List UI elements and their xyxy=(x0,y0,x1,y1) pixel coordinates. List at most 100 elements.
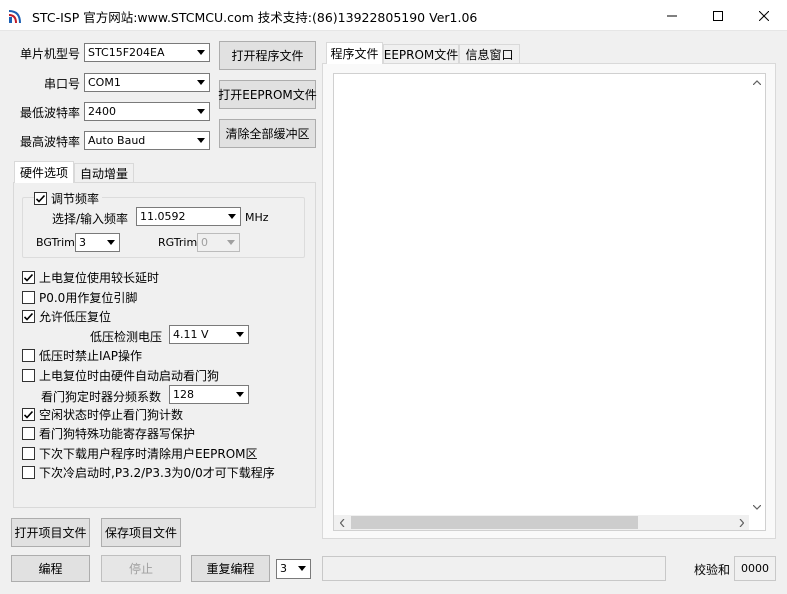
chevron-down-icon xyxy=(193,132,209,149)
checkbox-box xyxy=(22,369,35,382)
max-baud-label: 最高波特率 xyxy=(20,135,81,149)
maximize-icon xyxy=(713,10,723,21)
low-volt-select[interactable]: 4.11 V xyxy=(169,325,249,344)
chip-select[interactable]: STC15F204EA xyxy=(84,43,210,62)
option-p32-p33-download[interactable]: 下次冷启动时,P3.2/P3.3为0/0才可下载程序 xyxy=(22,464,275,481)
checkbox-box xyxy=(22,408,35,421)
stc-logo-icon xyxy=(8,10,21,24)
scroll-down-button[interactable] xyxy=(750,500,764,514)
rgtrim-label: RGTrim xyxy=(158,236,198,249)
chip-select-value: STC15F204EA xyxy=(88,46,165,59)
checkmark-icon xyxy=(36,194,45,203)
chevron-down-icon xyxy=(193,44,209,61)
min-baud-select-value: 2400 xyxy=(88,105,116,118)
checkbox-box xyxy=(22,349,35,362)
clear-buffer-button[interactable]: 清除全部缓冲区 xyxy=(219,119,316,148)
wdt-div-label: 看门狗定时器分频系数 xyxy=(41,390,162,404)
tab-hardware-options[interactable]: 硬件选项 xyxy=(14,161,74,183)
scroll-left-button[interactable] xyxy=(335,516,349,529)
port-label: 串口号 xyxy=(44,77,81,91)
tab-program-file[interactable]: 程序文件 xyxy=(326,42,383,64)
option-label: 下次下载用户程序时清除用户EEPROM区 xyxy=(39,447,258,461)
bgtrim-select[interactable]: 3 xyxy=(75,233,120,252)
window-title: STC-ISP 官方网站:www.STCMCU.com 技术支持:(86)139… xyxy=(32,10,478,25)
option-label: 看门狗特殊功能寄存器写保护 xyxy=(39,427,196,441)
freq-unit-label: MHz xyxy=(245,211,269,224)
rgtrim-select[interactable]: 0 xyxy=(197,233,240,252)
port-select[interactable]: COM1 xyxy=(84,73,210,92)
progress-bar xyxy=(322,556,666,581)
checkbox-box xyxy=(22,291,35,304)
chevron-down-icon xyxy=(103,234,119,251)
min-baud-select[interactable]: 2400 xyxy=(84,102,210,121)
freq-adjust-label: 调节频率 xyxy=(51,192,100,206)
chevron-down-icon xyxy=(753,504,761,510)
chevron-down-icon xyxy=(224,208,240,225)
option-label: 低压时禁止IAP操作 xyxy=(39,349,142,363)
maximize-button[interactable] xyxy=(695,0,741,31)
option-p00-reset[interactable]: P0.0用作复位引脚 xyxy=(22,289,137,306)
option-wdt-write-protect[interactable]: 看门狗特殊功能寄存器写保护 xyxy=(22,425,195,442)
minimize-button[interactable] xyxy=(649,0,695,31)
checkbox-box xyxy=(22,271,35,284)
repeat-program-button[interactable]: 重复编程 xyxy=(191,555,270,582)
max-baud-select[interactable]: Auto Baud xyxy=(84,131,210,150)
program-hex-view[interactable] xyxy=(333,73,766,531)
checkbox-box xyxy=(22,427,35,440)
option-idle-stop-wdt[interactable]: 空闲状态时停止看门狗计数 xyxy=(22,406,183,423)
chevron-up-icon xyxy=(753,79,761,85)
wdt-div-select-value: 128 xyxy=(173,388,194,401)
freq-select[interactable]: 11.0592 xyxy=(136,207,241,226)
low-volt-label: 低压检测电压 xyxy=(90,330,163,344)
checkbox-box xyxy=(22,466,35,479)
wdt-div-select[interactable]: 128 xyxy=(169,385,249,404)
rgtrim-select-value: 0 xyxy=(201,236,208,249)
port-select-value: COM1 xyxy=(88,76,121,89)
option-clear-eeprom[interactable]: 下次下载用户程序时清除用户EEPROM区 xyxy=(22,445,258,462)
horizontal-scroll-thumb[interactable] xyxy=(351,516,638,529)
program-button[interactable]: 编程 xyxy=(11,555,90,582)
chevron-down-icon xyxy=(193,103,209,120)
option-label: P0.0用作复位引脚 xyxy=(39,291,138,305)
option-label: 上电复位时由硬件自动启动看门狗 xyxy=(39,369,220,383)
freq-select-label: 选择/输入频率 xyxy=(52,212,129,226)
max-baud-select-value: Auto Baud xyxy=(88,134,146,147)
option-label: 空闲状态时停止看门狗计数 xyxy=(39,408,184,422)
chip-label: 单片机型号 xyxy=(20,47,81,61)
chevron-down-icon xyxy=(193,74,209,91)
tab-eeprom-file[interactable]: EEPROM文件 xyxy=(383,44,459,64)
option-low-volt-iap[interactable]: 低压时禁止IAP操作 xyxy=(22,347,142,364)
checksum-label: 校验和 xyxy=(694,563,731,577)
tab-info-window[interactable]: 信息窗口 xyxy=(459,44,520,64)
option-long-delay[interactable]: 上电复位使用较长延时 xyxy=(22,269,159,286)
chevron-down-icon xyxy=(223,234,239,251)
checkbox-box xyxy=(22,310,35,323)
tab-auto-increment[interactable]: 自动增量 xyxy=(74,163,134,183)
open-program-button[interactable]: 打开程序文件 xyxy=(219,41,316,70)
chevron-down-icon xyxy=(232,326,248,343)
repeat-count-value: 3 xyxy=(280,562,287,575)
repeat-count-select[interactable]: 3 xyxy=(276,559,311,579)
option-low-volt-reset[interactable]: 允许低压复位 xyxy=(22,308,111,325)
save-project-button[interactable]: 保存项目文件 xyxy=(101,518,181,547)
scroll-up-button[interactable] xyxy=(750,75,764,89)
bgtrim-label: BGTrim xyxy=(36,236,75,249)
close-icon xyxy=(759,10,769,21)
checkmark-icon xyxy=(24,312,33,321)
freq-select-value: 11.0592 xyxy=(140,210,186,223)
checksum-value: 0000 xyxy=(734,556,776,581)
option-label: 上电复位使用较长延时 xyxy=(39,271,160,285)
min-baud-label: 最低波特率 xyxy=(20,106,81,120)
stop-button[interactable]: 停止 xyxy=(101,555,181,582)
close-button[interactable] xyxy=(741,0,787,31)
open-project-button[interactable]: 打开项目文件 xyxy=(11,518,90,547)
checkmark-icon xyxy=(24,410,33,419)
freq-adjust-checkbox[interactable]: 调节频率 xyxy=(34,190,103,207)
scroll-right-button[interactable] xyxy=(734,516,748,529)
open-eeprom-button[interactable]: 打开EEPROM文件 xyxy=(218,80,317,109)
checkmark-icon xyxy=(24,273,33,282)
option-label: 允许低压复位 xyxy=(39,310,112,324)
option-hw-watchdog[interactable]: 上电复位时由硬件自动启动看门狗 xyxy=(22,367,219,384)
chevron-right-icon xyxy=(739,518,744,527)
low-volt-select-value: 4.11 V xyxy=(173,328,209,341)
